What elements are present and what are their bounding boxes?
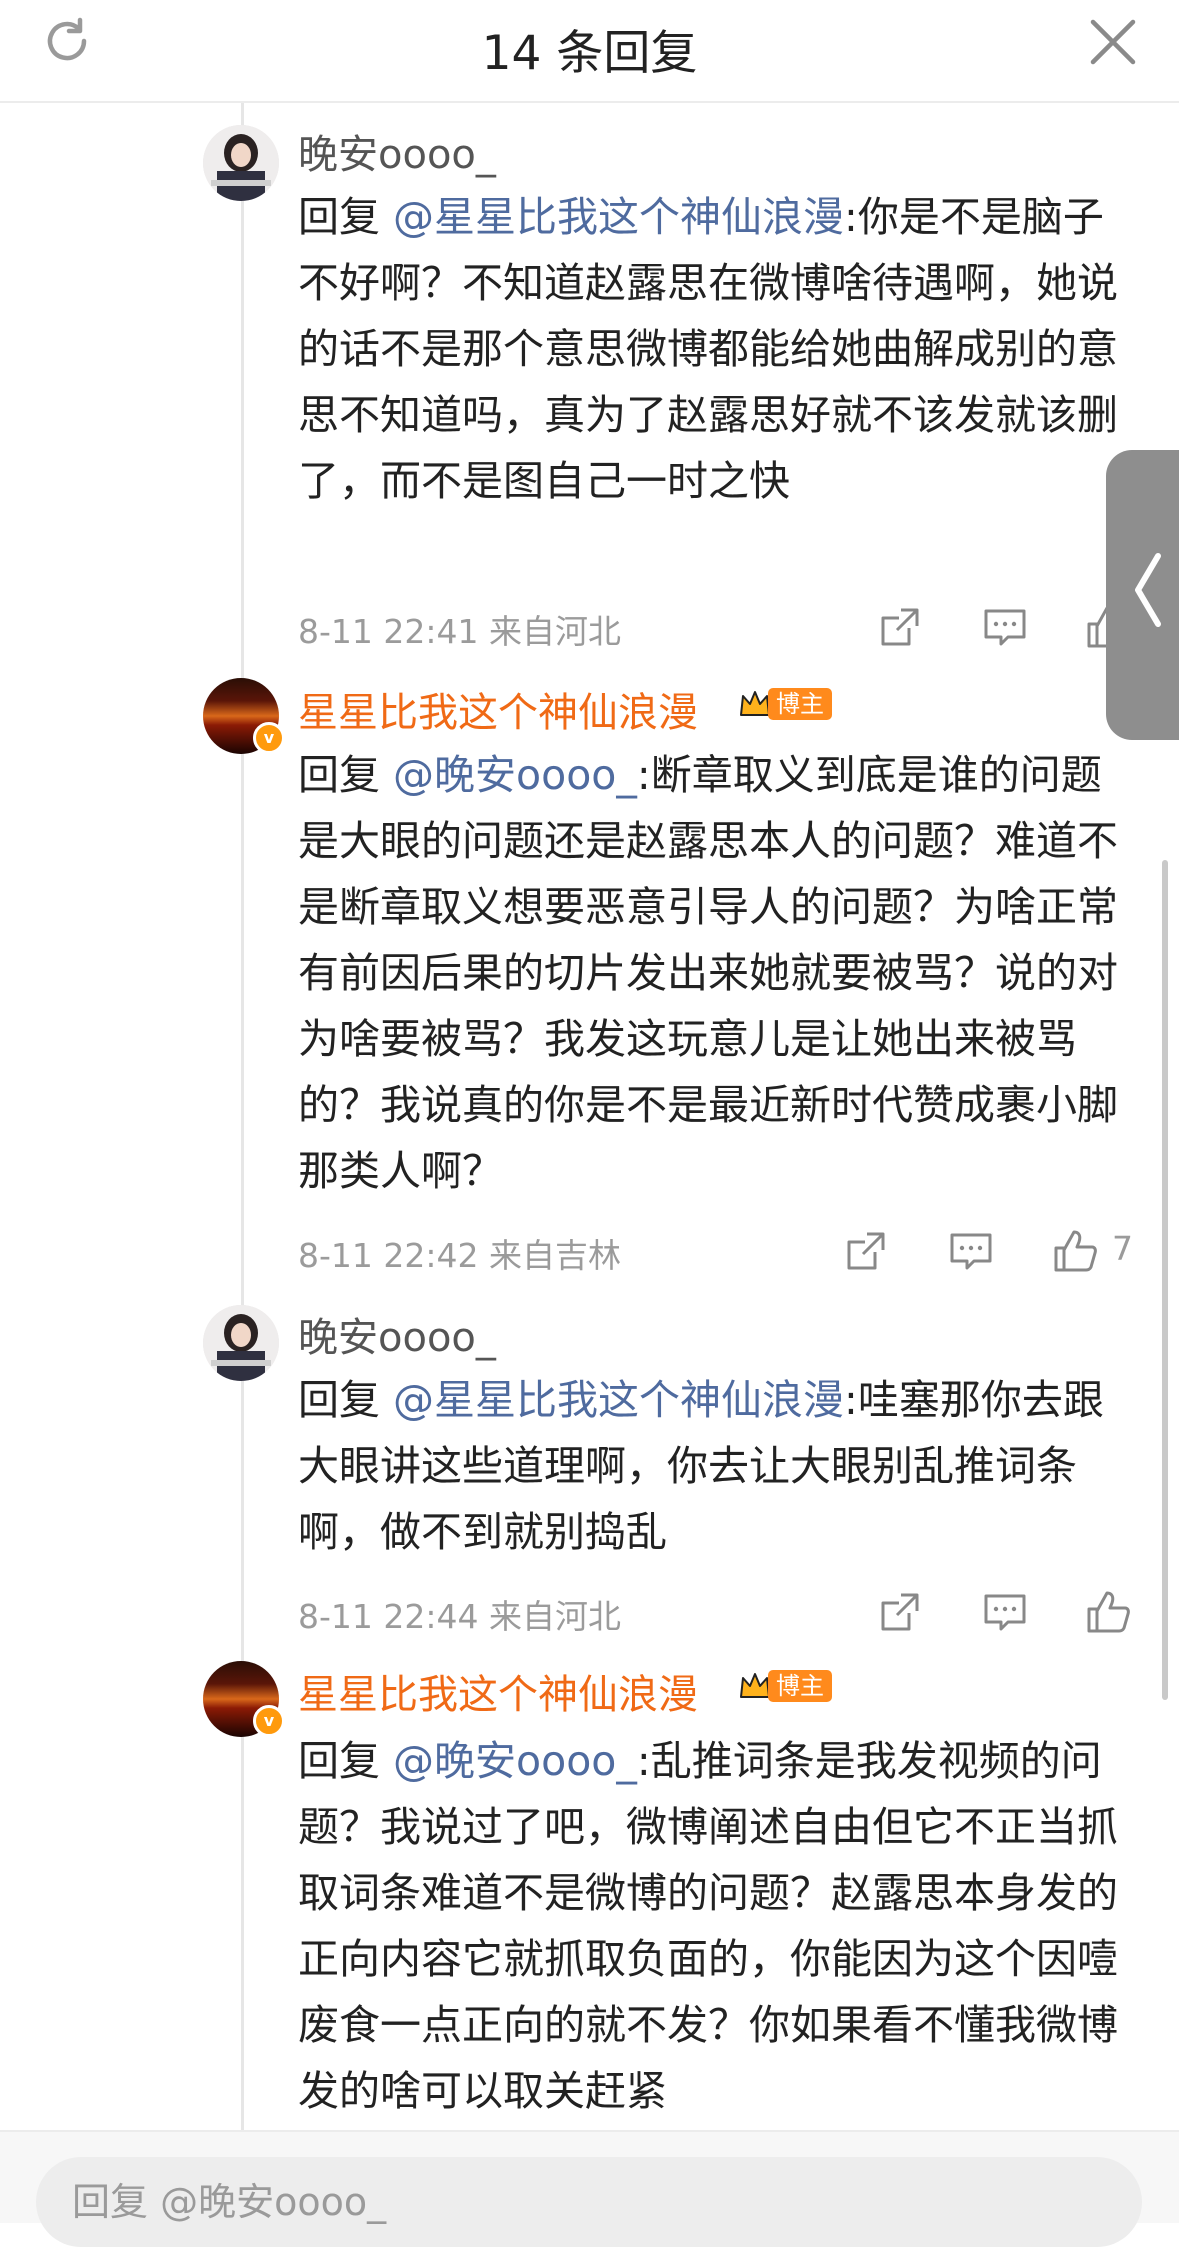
blogger-badge: 博主 bbox=[738, 685, 832, 723]
reply-body: :乱推词条是我发视频的问题？我说过了吧，微博阐述自由但它不正当抓取词条难道不是微… bbox=[298, 1737, 1118, 2115]
verified-badge: v bbox=[253, 1705, 285, 1737]
reply-meta: 8-11 22:44 来自河北 bbox=[298, 1590, 621, 1638]
username[interactable]: 晚安oooo_ bbox=[298, 122, 496, 180]
mention-link[interactable]: @晚安oooo_ bbox=[393, 1737, 637, 1785]
chevron-left-icon bbox=[1135, 553, 1161, 627]
avatar-image bbox=[203, 125, 279, 201]
reply-text: 回复 @晚安oooo_:乱推词条是我发视频的问题？我说过了吧，微博阐述自由但它不… bbox=[298, 1728, 1138, 2124]
comment-icon[interactable] bbox=[982, 604, 1028, 650]
share-icon[interactable] bbox=[877, 1589, 923, 1635]
reply-composer bbox=[0, 2130, 1179, 2247]
like-icon[interactable] bbox=[1052, 1228, 1098, 1274]
scrollbar[interactable] bbox=[1162, 860, 1168, 1700]
timestamp: 8-11 22:42 bbox=[298, 1236, 479, 1275]
side-panel-handle[interactable] bbox=[1106, 450, 1179, 740]
crown-icon bbox=[740, 1673, 770, 1698]
comment-icon[interactable] bbox=[982, 1589, 1028, 1635]
avatar[interactable] bbox=[203, 1305, 279, 1381]
avatar[interactable] bbox=[203, 125, 279, 201]
location: 来自河北 bbox=[489, 612, 621, 651]
reply-text: 回复 @星星比我这个神仙浪漫:你是不是脑子不好啊？不知道赵露思在微博啥待遇啊，她… bbox=[298, 184, 1138, 514]
mention-link[interactable]: @晚安oooo_ bbox=[393, 751, 637, 799]
reply-meta: 8-11 22:41 来自河北 bbox=[298, 605, 621, 653]
comment-icon[interactable] bbox=[948, 1228, 994, 1274]
header-bar: 14 条回复 bbox=[0, 0, 1179, 103]
reply-body: :断章取义到底是谁的问题 是大眼的问题还是赵露思本人的问题？难道不是断章取义想要… bbox=[298, 751, 1118, 1195]
close-icon[interactable] bbox=[1085, 14, 1141, 70]
reply-prefix: 回复 bbox=[298, 193, 380, 241]
verified-badge: v bbox=[253, 722, 285, 754]
location: 来自河北 bbox=[489, 1597, 621, 1636]
reply-text: 回复 @星星比我这个神仙浪漫:哇塞那你去跟大眼讲这些道理啊，你去让大眼别乱推词条… bbox=[298, 1367, 1138, 1565]
mention-link[interactable]: @星星比我这个神仙浪漫 bbox=[393, 1376, 844, 1424]
like-count: 7 bbox=[1112, 1229, 1133, 1268]
username[interactable]: 晚安oooo_ bbox=[298, 1305, 496, 1363]
avatar-image bbox=[203, 1305, 279, 1381]
username[interactable]: 星星比我这个神仙浪漫 bbox=[298, 1662, 698, 1720]
reply-input[interactable] bbox=[36, 2157, 1142, 2247]
blogger-badge: 博主 bbox=[738, 1667, 832, 1705]
share-icon[interactable] bbox=[877, 604, 923, 650]
thread-line bbox=[241, 103, 244, 2133]
like-icon[interactable] bbox=[1085, 1589, 1131, 1635]
share-icon[interactable] bbox=[843, 1228, 889, 1274]
username[interactable]: 星星比我这个神仙浪漫 bbox=[298, 680, 698, 738]
reply-text: 回复 @晚安oooo_:断章取义到底是谁的问题 是大眼的问题还是赵露思本人的问题… bbox=[298, 742, 1138, 1204]
page-title: 14 条回复 bbox=[481, 26, 698, 81]
location: 来自吉林 bbox=[489, 1236, 621, 1275]
reply-meta: 8-11 22:42 来自吉林 bbox=[298, 1229, 621, 1277]
timestamp: 8-11 22:44 bbox=[298, 1597, 479, 1636]
reply-prefix: 回复 bbox=[298, 1376, 380, 1424]
timestamp: 8-11 22:41 bbox=[298, 612, 479, 651]
mention-link[interactable]: @星星比我这个神仙浪漫 bbox=[393, 193, 844, 241]
reply-prefix: 回复 bbox=[298, 751, 380, 799]
crown-icon bbox=[740, 691, 770, 716]
reply-prefix: 回复 bbox=[298, 1737, 380, 1785]
